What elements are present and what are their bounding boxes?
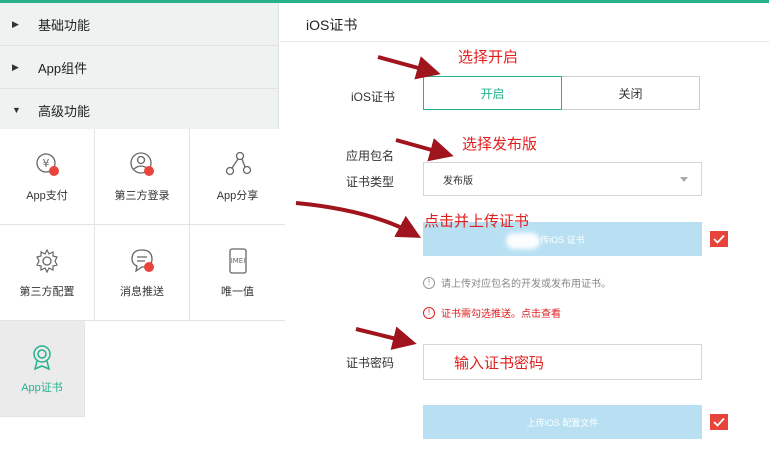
nav-basic-features[interactable]: ▶ 基础功能 <box>0 3 278 46</box>
warning-text: 证书需勾选推送。点击查看 <box>441 309 561 320</box>
cert-type-value: 发布版 <box>443 175 473 187</box>
annotation-upload-cert: 点击并上传证书 <box>424 213 530 230</box>
imei-icon: IMEI <box>224 247 252 275</box>
upload-profile-label: 上传iOS 配置文件 <box>526 417 599 428</box>
third-party-login-icon <box>128 151 156 179</box>
upload-profile-checkbox[interactable] <box>710 414 728 430</box>
share-icon <box>224 151 252 179</box>
nav-app-components[interactable]: ▶ App组件 <box>0 46 278 89</box>
certificate-badge-icon <box>28 343 56 371</box>
annotation-select-on: 选择开启 <box>458 49 519 66</box>
payment-icon: ¥ <box>33 151 61 179</box>
redaction-smudge <box>506 233 540 249</box>
password-annotation: 输入证书密码 <box>454 354 545 372</box>
upload-cert-checkbox[interactable] <box>710 231 728 247</box>
nav-advanced-features[interactable]: ▼ 高级功能 <box>0 89 278 132</box>
feature-label: 消息推送 <box>120 285 164 298</box>
toggle-off-button[interactable]: 关闭 <box>562 77 699 109</box>
settings-gear-icon <box>33 247 61 275</box>
ios-cert-label: iOS证书 <box>351 90 396 104</box>
nav-label: App组件 <box>38 60 88 76</box>
feature-third-party-config[interactable]: 第三方配置 <box>0 225 95 321</box>
feature-label: 唯一值 <box>221 285 254 298</box>
cert-type-label: 证书类型 <box>346 175 395 189</box>
package-name-label: 应用包名 <box>346 149 395 163</box>
checkmark-icon <box>713 234 725 244</box>
nav-label: 高级功能 <box>38 103 91 119</box>
feature-label: App证书 <box>21 381 63 394</box>
feature-label: App分享 <box>216 189 259 202</box>
feature-label: 第三方登录 <box>114 189 170 202</box>
feature-unique-id[interactable]: IMEI 唯一值 <box>190 225 285 321</box>
feature-grid: ¥ App支付 第三方登录 App分享 第三方配置 消息推送 IMEI 唯一值 <box>0 129 285 453</box>
upload-profile-button[interactable]: 上传iOS 配置文件 <box>423 405 702 439</box>
title-divider <box>280 41 769 42</box>
upload-hint: ! 请上传对应包名的开发或发布用证书。 <box>423 275 611 290</box>
svg-text:¥: ¥ <box>43 157 50 170</box>
push-warning[interactable]: ! 证书需勾选推送。点击查看 <box>423 305 561 320</box>
feature-app-certificate[interactable]: App证书 <box>0 321 85 417</box>
chevron-down-icon <box>680 177 688 182</box>
cert-type-select[interactable]: 发布版 <box>423 162 702 196</box>
svg-text:IMEI: IMEI <box>230 257 245 265</box>
toggle-on-button[interactable]: 开启 <box>423 76 562 110</box>
feature-push-notification[interactable]: 消息推送 <box>95 225 190 321</box>
expand-arrow-icon: ▶ <box>12 18 19 29</box>
hint-text: 请上传对应包名的开发或发布用证书。 <box>441 279 611 290</box>
expand-arrow-icon: ▶ <box>12 61 19 72</box>
cert-password-label: 证书密码 <box>346 356 395 370</box>
info-icon: ! <box>423 276 435 289</box>
checkmark-icon <box>713 417 725 427</box>
annotation-select-release: 选择发布版 <box>462 136 538 153</box>
push-message-icon <box>128 247 156 275</box>
upload-cert-label: 传iOS 证书 <box>540 234 585 245</box>
nav-label: 基础功能 <box>38 17 91 33</box>
feature-third-party-login[interactable]: 第三方登录 <box>95 129 190 225</box>
feature-app-payment[interactable]: ¥ App支付 <box>0 129 95 225</box>
feature-label: 第三方配置 <box>19 285 75 298</box>
warning-icon: ! <box>423 306 435 319</box>
cert-password-input[interactable]: 输入证书密码 <box>423 344 702 380</box>
page-title: iOS证书 <box>306 17 358 33</box>
feature-app-share[interactable]: App分享 <box>190 129 285 225</box>
feature-label: App支付 <box>26 189 68 202</box>
collapse-arrow-icon: ▼ <box>12 105 21 115</box>
ios-cert-toggle: 开启 关闭 <box>423 76 700 110</box>
